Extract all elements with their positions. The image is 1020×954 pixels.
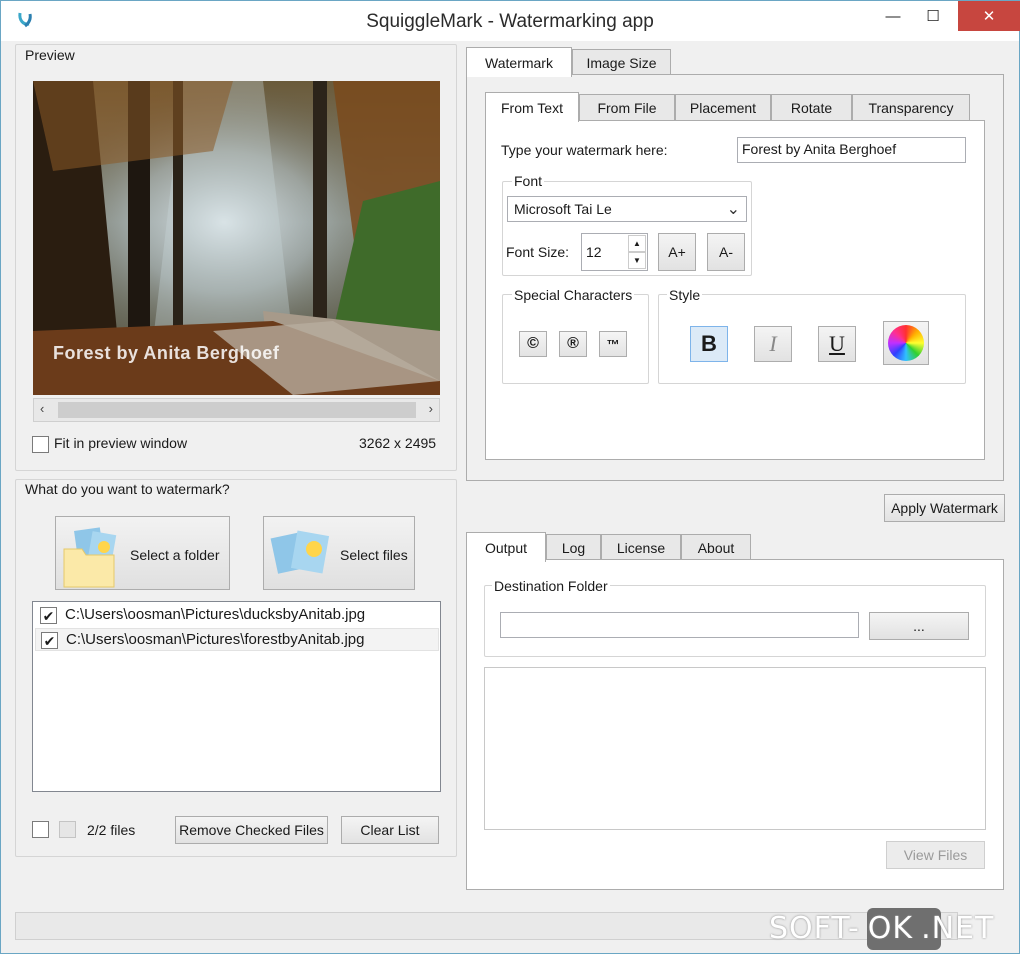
list-item[interactable]: ✔ C:\Users\oosman\Pictures\forestbyAnita… (35, 628, 439, 651)
fit-in-preview-label: Fit in preview window (54, 435, 188, 451)
source-label: What do you want to watermark? (25, 481, 230, 497)
file-path: C:\Users\oosman\Pictures\ducksbyAnitab.j… (65, 606, 366, 623)
select-folder-button[interactable]: Select a folder (55, 516, 230, 590)
select-all-checkbox[interactable] (32, 821, 49, 838)
font-decrease-button[interactable]: A- (707, 233, 745, 271)
scroll-right-icon[interactable]: › (429, 401, 433, 416)
tab-from-file[interactable]: From File (579, 94, 675, 120)
tab-placement[interactable]: Placement (675, 94, 771, 120)
copyright-button[interactable]: © (519, 331, 547, 357)
destination-label: Destination Folder (492, 578, 610, 594)
fit-in-preview-checkbox[interactable] (32, 436, 49, 453)
destination-folder-input[interactable] (500, 612, 859, 638)
file-list[interactable]: ✔ C:\Users\oosman\Pictures\ducksbyAnitab… (32, 601, 441, 792)
preview-horizontal-scrollbar[interactable]: ‹ › (33, 398, 440, 422)
italic-button[interactable]: I (754, 326, 792, 362)
trademark-button[interactable]: ™ (599, 331, 627, 357)
partial-checkbox[interactable] (59, 821, 76, 838)
select-files-label: Select files (340, 547, 408, 563)
select-files-button[interactable]: Select files (263, 516, 415, 590)
font-size-value: 12 (586, 244, 602, 260)
file-checkbox[interactable]: ✔ (40, 607, 57, 624)
maximize-button[interactable]: ☐ (911, 1, 955, 31)
font-select-value: Microsoft Tai Le (514, 201, 612, 217)
tab-from-text[interactable]: From Text (485, 92, 579, 122)
tab-transparency[interactable]: Transparency (852, 94, 970, 120)
list-item[interactable]: ✔ C:\Users\oosman\Pictures\ducksbyAnitab… (35, 604, 439, 627)
underline-button[interactable]: U (818, 326, 856, 362)
font-size-label: Font Size: (506, 244, 570, 260)
image-dimensions: 3262 x 2495 (359, 435, 437, 451)
special-characters-label: Special Characters (512, 287, 635, 303)
preview-label: Preview (25, 47, 75, 63)
browse-folder-button[interactable]: ... (869, 612, 969, 640)
close-button[interactable]: ✕ (958, 1, 1020, 31)
spin-down-icon[interactable]: ▼ (628, 252, 646, 269)
tab-about[interactable]: About (681, 534, 751, 560)
output-log-area[interactable] (484, 667, 986, 830)
watermark-text-label: Type your watermark here: (501, 142, 668, 158)
brand-watermark: SOFT- OK .NET (769, 911, 994, 946)
images-icon (270, 530, 330, 574)
brand-right: .NET (921, 911, 995, 946)
remove-checked-button[interactable]: Remove Checked Files (175, 816, 328, 844)
font-select[interactable]: Microsoft Tai Le ⌄ (507, 196, 747, 222)
folder-icon (63, 527, 117, 588)
watermark-text-input[interactable]: Forest by Anita Berghoef (737, 137, 966, 163)
window-title: SquiggleMark - Watermarking app (366, 11, 654, 32)
tab-image-size[interactable]: Image Size (572, 49, 671, 75)
chevron-down-icon: ⌄ (726, 201, 740, 218)
tab-rotate[interactable]: Rotate (771, 94, 852, 120)
preview-watermark-text: Forest by Anita Berghoef (53, 343, 280, 363)
scroll-left-icon[interactable]: ‹ (40, 401, 44, 416)
spin-up-icon[interactable]: ▲ (628, 235, 646, 252)
bold-button[interactable]: B (690, 326, 728, 362)
view-files-button[interactable]: View Files (886, 841, 985, 869)
color-picker-button[interactable] (883, 321, 929, 365)
tab-license[interactable]: License (601, 534, 681, 560)
app-window: SquiggleMark - Watermarking app — ☐ ✕ Pr… (0, 0, 1020, 954)
style-group-label: Style (667, 287, 703, 303)
clear-list-button[interactable]: Clear List (341, 816, 439, 844)
color-wheel-icon (888, 325, 924, 361)
select-folder-label: Select a folder (130, 547, 220, 563)
brand-mid: OK (867, 911, 914, 946)
file-checkbox[interactable]: ✔ (41, 632, 58, 649)
preview-image: Forest by Anita Berghoef (33, 81, 440, 395)
title-bar: SquiggleMark - Watermarking app — ☐ ✕ (1, 1, 1020, 41)
font-size-stepper[interactable]: 12 ▲ ▼ (581, 233, 648, 271)
tab-output[interactable]: Output (466, 532, 546, 562)
apply-watermark-button[interactable]: Apply Watermark (884, 494, 1005, 522)
tab-watermark[interactable]: Watermark (466, 47, 572, 77)
tab-log[interactable]: Log (546, 534, 601, 560)
font-increase-button[interactable]: A+ (658, 233, 696, 271)
scrollbar-thumb[interactable] (58, 402, 416, 418)
file-path: C:\Users\oosman\Pictures\forestbyAnitab.… (66, 631, 365, 648)
font-group-label: Font (512, 173, 545, 189)
registered-button[interactable]: ® (559, 331, 587, 357)
brand-left: SOFT- (769, 911, 860, 946)
file-count: 2/2 files (87, 822, 136, 838)
minimize-button[interactable]: — (871, 1, 915, 31)
